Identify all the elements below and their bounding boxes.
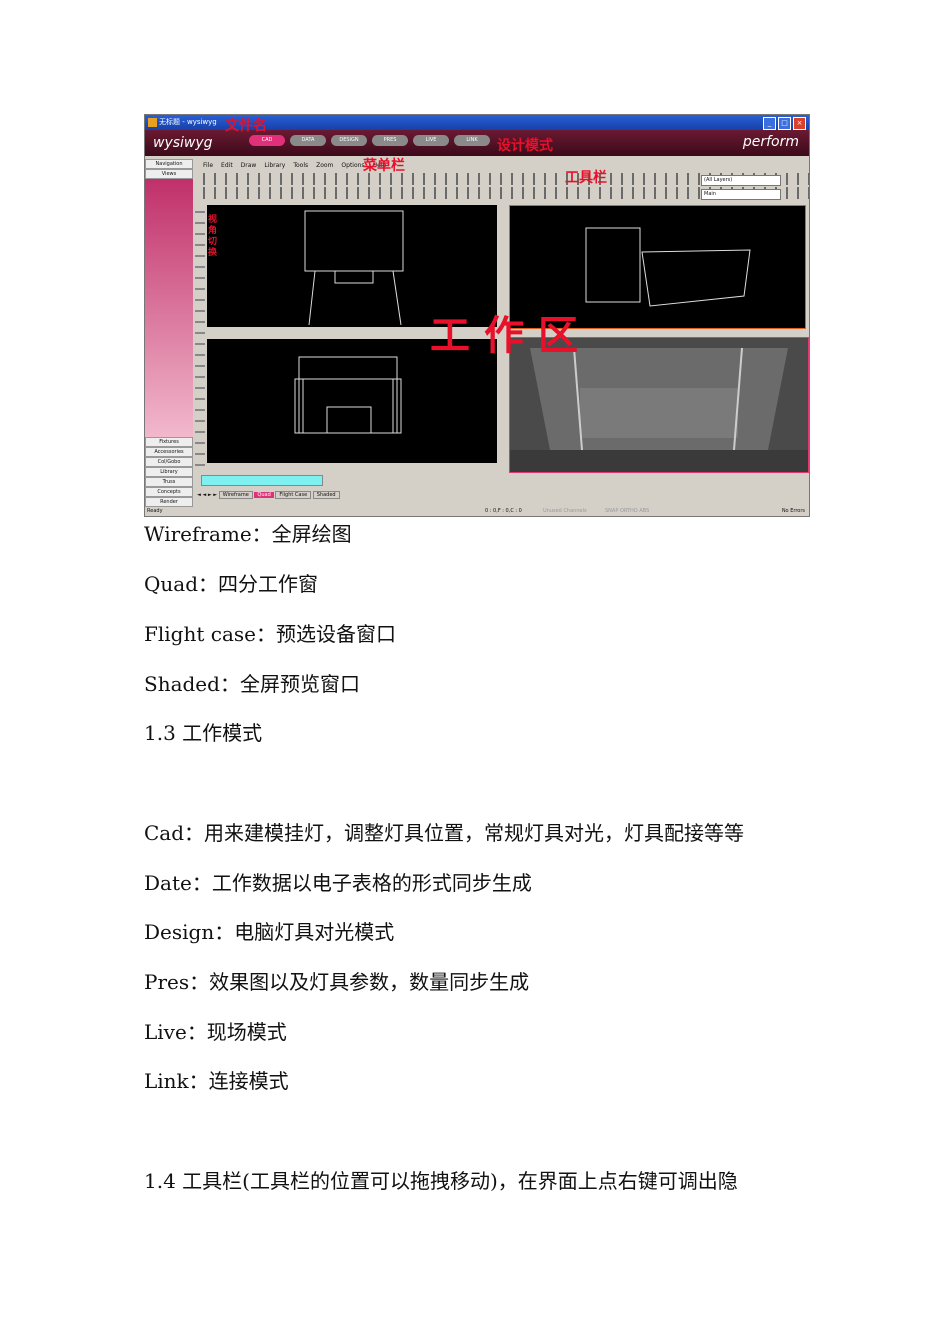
text-link: Link：连接模式 <box>144 1069 289 1093</box>
menu-bar: File Edit Draw Library Tools Zoom Option… <box>197 159 809 171</box>
status-bar: Ready 0 : 0,F : 0,C : 0 Unused Channels … <box>145 507 809 516</box>
annotation-toolbar: 工具栏 <box>565 170 607 186</box>
left-tab-concepts[interactable]: Concepts <box>145 487 193 497</box>
menu-library[interactable]: Library <box>264 162 285 169</box>
text-live: Live：现场模式 <box>144 1020 287 1044</box>
brand-label: perform <box>742 134 799 150</box>
menu-file[interactable]: File <box>203 162 213 169</box>
left-tab-accessories[interactable]: Accessories <box>145 447 193 457</box>
text-cad: Cad：用来建模挂灯，调整灯具位置，常规灯具对光，灯具配接等等 <box>144 821 745 845</box>
status-coords: 0 : 0,F : 0,C : 0 <box>485 508 522 514</box>
annotation-design-mode: 设计模式 <box>497 138 553 154</box>
annotation-view-switch: 视角切换 <box>208 215 218 258</box>
text-wireframe: Wireframe：全屏绘图 <box>144 522 352 546</box>
sheet-tab-wireframe[interactable]: Wireframe <box>218 491 253 499</box>
sheet-nav-arrows[interactable]: ◄ ◄ ► ► <box>197 492 217 498</box>
annotation-menu-bar: 菜单栏 <box>363 158 405 174</box>
sheet-tab-shaded[interactable]: Shaded <box>312 491 340 499</box>
view-toolbar[interactable] <box>195 205 205 467</box>
left-panel: Navigation Views Fixtures Accessories Co… <box>145 159 193 509</box>
logo: wysiwyg <box>153 135 213 151</box>
status-channels: Unused Channels <box>543 508 587 514</box>
sheet-tabs: ◄ ◄ ► ► Wireframe Quad Flight Case Shade… <box>197 491 809 502</box>
left-panel-content <box>145 179 193 437</box>
left-tab-colgobo[interactable]: Col/Gobo <box>145 457 193 467</box>
menu-tools[interactable]: Tools <box>293 162 308 169</box>
menu-draw[interactable]: Draw <box>241 162 257 169</box>
menu-options[interactable]: Options <box>341 162 364 169</box>
menu-zoom[interactable]: Zoom <box>316 162 333 169</box>
app-icon <box>148 118 157 127</box>
tab-link[interactable]: LINK <box>454 135 490 146</box>
status-snap: SNAP ORTHO ABS <box>605 508 650 514</box>
menu-edit[interactable]: Edit <box>221 162 233 169</box>
tab-cad[interactable]: CAD <box>249 135 285 146</box>
heading-work-modes: 1.3 工作模式 <box>144 721 263 745</box>
status-errors: No Errors <box>781 508 805 514</box>
sheet-tab-flight-case[interactable]: Flight Case <box>275 491 312 499</box>
annotation-file-name: 文件名 <box>225 118 267 134</box>
tab-design[interactable]: DESIGN <box>331 135 367 146</box>
close-button[interactable]: × <box>793 117 806 130</box>
left-tab-library[interactable]: Library <box>145 467 193 477</box>
layer-select[interactable]: (All Layers) <box>701 175 781 186</box>
minimize-button[interactable]: _ <box>763 117 776 130</box>
window-title: 无标题 - wysiwyg <box>159 118 217 126</box>
text-date: Date：工作数据以电子表格的形式同步生成 <box>144 871 532 895</box>
sheet-tab-quad[interactable]: Quad <box>254 492 274 498</box>
left-tab-navigation[interactable]: Navigation <box>145 159 193 169</box>
text-quad: Quad：四分工作窗 <box>144 572 319 596</box>
text-design: Design：电脑灯具对光模式 <box>144 920 395 944</box>
left-tab-views[interactable]: Views <box>145 169 193 179</box>
mode-tabs: CAD DATA DESIGN PRES LIVE LINK <box>249 135 490 146</box>
text-flight-case: Flight case：预选设备窗口 <box>144 622 396 646</box>
tab-live[interactable]: LIVE <box>413 135 449 146</box>
text-pres: Pres：效果图以及灯具参数，数量同步生成 <box>144 970 530 994</box>
text-shaded: Shaded：全屏预览窗口 <box>144 672 360 696</box>
tab-pres[interactable]: PRES <box>372 135 408 146</box>
left-tab-truss[interactable]: Truss <box>145 477 193 487</box>
software-screenshot: 无标题 - wysiwyg _ □ × wysiwyg CAD DATA DES… <box>144 114 810 517</box>
left-tab-render[interactable]: Render <box>145 497 193 507</box>
command-line[interactable] <box>201 475 323 486</box>
tab-data[interactable]: DATA <box>290 135 326 146</box>
annotation-work-area: 工作区 <box>430 313 592 359</box>
heading-toolbar: 1.4 工具栏(工具栏的位置可以拖拽移动)，在界面上点右键可调出隐 <box>144 1169 738 1193</box>
left-tab-fixtures[interactable]: Fixtures <box>145 437 193 447</box>
left-tabs-bottom: Fixtures Accessories Col/Gobo Library Tr… <box>145 437 193 507</box>
scene-select[interactable]: Main <box>701 189 781 200</box>
maximize-button[interactable]: □ <box>778 117 791 130</box>
window-controls: _ □ × <box>763 117 806 130</box>
status-ready: Ready <box>147 508 163 514</box>
